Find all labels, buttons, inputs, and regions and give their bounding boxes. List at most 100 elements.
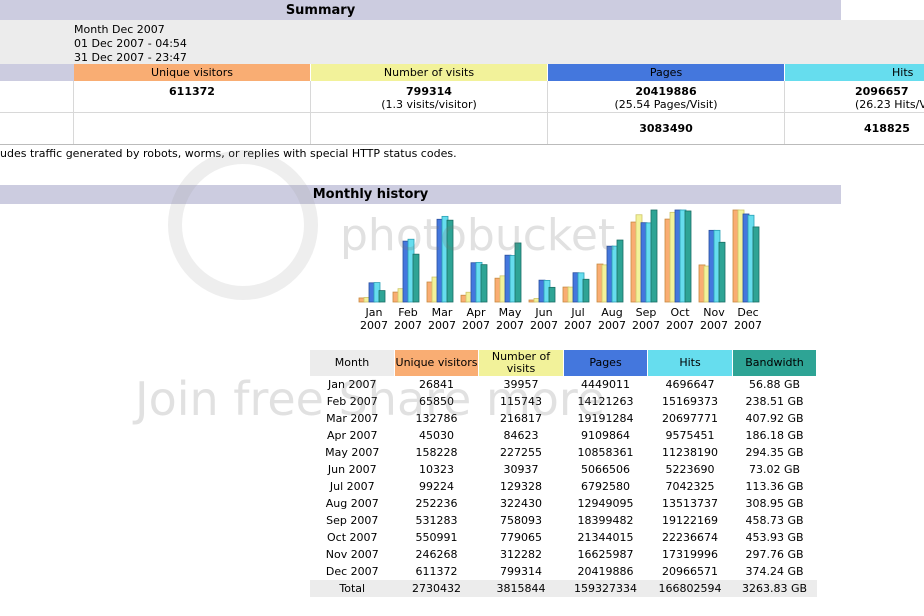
col-divider (310, 81, 311, 144)
value-cell: 4696647 (665, 378, 715, 391)
value-cell: 216817 (500, 412, 542, 425)
summary-hits-sub: (26.23 Hits/V (855, 98, 924, 111)
col-divider (784, 81, 785, 144)
table-row: May 2007 158228 227255 10858361 11238190 294.… (310, 444, 817, 461)
value-cell: 246268 (415, 548, 458, 561)
value-cell: 611372 (415, 565, 458, 578)
table-row: Apr 2007 45030 84623 9109864 9575451 186.18 G… (310, 427, 817, 444)
month-cell: Aug 2007 (325, 497, 379, 510)
col-head-hits: Hits (647, 350, 733, 376)
summary-blank-head (0, 64, 74, 81)
value-cell: 11238190 (662, 446, 718, 459)
value-cell: 227255 (500, 446, 542, 459)
chart-bar-bandwidth (412, 253, 420, 303)
value-cell: 18399482 (577, 514, 634, 527)
chart-month-label: Nov 2007 (697, 306, 731, 332)
total-row: Total 2730432 3815844 159327334 166802594 326… (310, 580, 817, 597)
value-cell: 21344015 (577, 531, 634, 544)
value-cell: 19122169 (662, 514, 718, 527)
value-cell: 7042325 (665, 480, 715, 493)
value-cell: 186.18 GB (745, 429, 804, 442)
chart-bar-bandwidth (582, 278, 590, 303)
summary-unique-value: 611372 (169, 85, 215, 98)
col-head-visits: Number of visits (478, 350, 564, 376)
chart-month-name: Nov (703, 306, 725, 319)
chart-month-label: Apr 2007 (459, 306, 493, 332)
chart-month-year: 2007 (462, 319, 490, 332)
total-value: 2730432 (394, 580, 479, 597)
value-cell: 10858361 (577, 446, 634, 459)
value-cell: 297.76 GB (745, 548, 804, 561)
summary-visits-value: 799314 (1.3 visits/visitor) (381, 85, 477, 111)
summary-head-hits: Hits (785, 64, 924, 81)
chart-month-label: Jun 2007 (527, 306, 561, 332)
chart-month-name: Sep (635, 306, 657, 319)
chart-bar-bandwidth (752, 226, 760, 303)
total-value: 3815844 (478, 580, 564, 597)
value-cell: 4449011 (581, 378, 630, 391)
monthly-history-title-bar: Monthly history (0, 185, 841, 204)
value-cell: 758093 (500, 514, 542, 527)
value-cell: 84623 (503, 429, 539, 442)
table-row: Nov 2007 246268 312282 16625987 17319996 297.… (310, 546, 817, 563)
summary-title: Summary (285, 2, 356, 18)
chart-month-year: 2007 (496, 319, 524, 332)
value-cell: 374.24 GB (745, 565, 804, 578)
total-value: 159327334 (563, 580, 648, 597)
table-row: Mar 2007 132786 216817 19191284 20697771 407.… (310, 410, 817, 427)
value-cell: 45030 (419, 429, 454, 442)
chart-bar-bandwidth (650, 209, 658, 303)
chart-month-year: 2007 (632, 319, 660, 332)
chart-month-year: 2007 (530, 319, 558, 332)
value-cell: 6792580 (581, 480, 630, 493)
month-cell: Nov 2007 (325, 548, 379, 561)
value-cell: 5223690 (665, 463, 715, 476)
first-visit: 01 Dec 2007 - 04:54 (74, 37, 187, 50)
value-cell: 22236674 (662, 531, 718, 544)
value-cell: 322430 (500, 497, 542, 510)
chart-month-year: 2007 (360, 319, 388, 332)
chart-bar-bandwidth (514, 242, 522, 303)
value-cell: 5066506 (581, 463, 630, 476)
chart-month-year: 2007 (666, 319, 694, 332)
col-divider (73, 81, 74, 144)
value-cell: 20697771 (662, 412, 718, 425)
col-head-bandwidth: Bandwidth (732, 350, 817, 376)
value-cell: 14121263 (577, 395, 634, 408)
summary-pages-value: 20419886 (25.54 Pages/Visit) (614, 85, 718, 111)
table-row: Jan 2007 26841 39957 4449011 4696647 56.88 GB (310, 376, 817, 393)
value-cell: 20419886 (577, 565, 634, 578)
month-cell: Jul 2007 (329, 480, 375, 493)
table-row: Dec 2007 611372 799314 20419886 20966571 374.… (310, 563, 817, 580)
chart-month-label: Aug 2007 (595, 306, 629, 332)
value-cell: 294.35 GB (745, 446, 804, 459)
value-cell: 73.02 GB (748, 463, 801, 476)
table-row: Feb 2007 65850 115743 14121263 15169373 238.5… (310, 393, 817, 410)
table-row: Aug 2007 252236 322430 12949095 13513737 308.… (310, 495, 817, 512)
monthly-history-title: Monthly history (312, 187, 429, 202)
value-cell: 252236 (415, 497, 458, 510)
last-visit: 31 Dec 2007 - 23:47 (74, 51, 187, 64)
total-value: 166802594 (647, 580, 733, 597)
chart-month-label: May 2007 (493, 306, 527, 332)
value-cell: 453.93 GB (745, 531, 804, 544)
chart-month-name: Aug (601, 306, 623, 319)
value-cell: 115743 (500, 395, 542, 408)
value-cell: 30937 (503, 463, 539, 476)
chart-month-label: Jul 2007 (561, 306, 595, 332)
period-box: Month Dec 2007 01 Dec 2007 - 04:54 31 De… (0, 20, 924, 64)
month-cell: Feb 2007 (326, 395, 378, 408)
total-label: Total (310, 580, 395, 597)
col-head-month: Month (310, 350, 395, 376)
month-cell: Oct 2007 (326, 531, 378, 544)
col-divider (547, 81, 548, 144)
value-cell: 10323 (419, 463, 454, 476)
summary-bottom-border (0, 144, 924, 145)
table-row: Oct 2007 550991 779065 21344015 22236674 453.… (310, 529, 817, 546)
value-cell: 132786 (415, 412, 458, 425)
chart-month-label: Feb 2007 (391, 306, 425, 332)
chart-bar-bandwidth (378, 290, 386, 303)
chart-month-label: Sep 2007 (629, 306, 663, 332)
table-row: Sep 2007 531283 758093 18399482 19122169 458.… (310, 512, 817, 529)
chart-month-name: Mar (431, 306, 453, 319)
